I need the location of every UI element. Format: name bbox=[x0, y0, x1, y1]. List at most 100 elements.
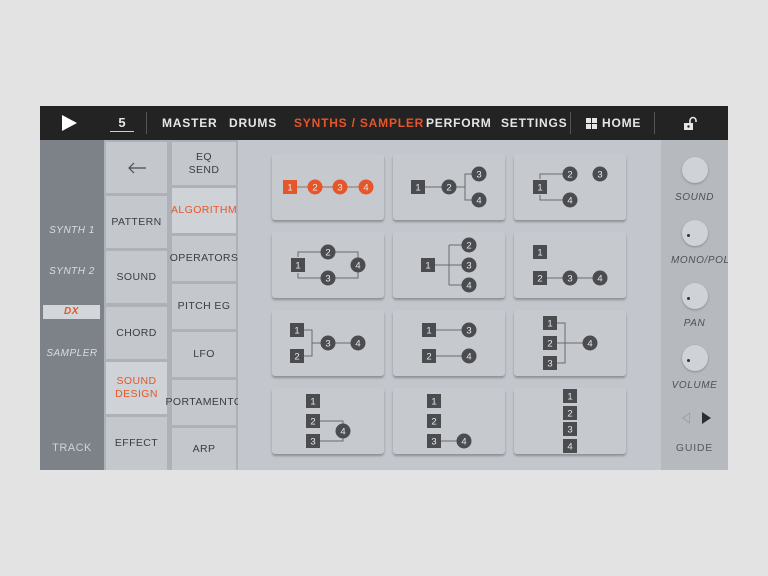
algorithm-card-6[interactable]: 1 2 3 4 bbox=[514, 232, 626, 298]
operator-label: 3 bbox=[597, 170, 602, 181]
operator-label: 1 bbox=[295, 261, 300, 272]
menu-column-2: EQ SEND ALGORITHM OPERATORS PITCH EG LFO… bbox=[166, 140, 242, 470]
unlock-icon[interactable] bbox=[683, 116, 699, 132]
track-column: SYNTH 1 SYNTH 2 DX SAMPLER TRACK bbox=[40, 140, 104, 470]
operator-label: 1 bbox=[287, 183, 292, 194]
menu-operators[interactable]: OPERATORS bbox=[170, 236, 238, 281]
operator-label: 1 bbox=[567, 392, 572, 403]
track-label: TRACK bbox=[52, 442, 92, 454]
algorithm-card-9[interactable]: 1 2 3 4 bbox=[514, 310, 626, 376]
operator-label: 2 bbox=[567, 409, 572, 420]
algorithm-diagram: 1 2 3 4 bbox=[422, 322, 477, 364]
operator-label: 2 bbox=[294, 352, 299, 363]
menu-arp[interactable]: ARP bbox=[172, 428, 236, 470]
menu-algorithm[interactable]: ALGORITHM bbox=[171, 188, 237, 233]
operator-label: 4 bbox=[461, 437, 466, 448]
menu-column-1: PATTERN SOUND CHORD SOUND DESIGN EFFECT bbox=[104, 140, 170, 470]
menu-sound[interactable]: SOUND bbox=[106, 251, 167, 303]
connection-line bbox=[335, 272, 359, 279]
menu-pattern[interactable]: PATTERN bbox=[106, 196, 167, 248]
operator-label: 3 bbox=[310, 437, 315, 448]
bar-count[interactable]: 5 bbox=[110, 106, 134, 140]
track-synth-1[interactable]: SYNTH 1 bbox=[40, 225, 104, 236]
arrow-left-icon bbox=[127, 162, 146, 173]
menu-effect[interactable]: EFFECT bbox=[106, 417, 167, 470]
operator-label: 1 bbox=[537, 183, 542, 194]
algorithm-diagram: 1 2 3 4 bbox=[543, 316, 598, 370]
knob-volume-label: VOLUME bbox=[671, 380, 718, 391]
algorithm-card-12[interactable]: 1 2 3 4 bbox=[514, 388, 626, 454]
connection-line bbox=[335, 251, 359, 258]
menu-lfo[interactable]: LFO bbox=[172, 332, 236, 377]
algorithm-diagram: 1 2 3 4 bbox=[411, 166, 487, 208]
top-bar: 5 MASTER DRUMS SYNTHS / SAMPLER PERFORM … bbox=[40, 106, 728, 140]
connection-line bbox=[320, 438, 344, 442]
back-button[interactable] bbox=[106, 142, 167, 193]
operator-label: 4 bbox=[587, 339, 592, 350]
nav-home[interactable]: HOME bbox=[586, 106, 640, 140]
operator-label: 4 bbox=[355, 339, 360, 350]
algorithm-card-5[interactable]: 1 2 3 4 bbox=[393, 232, 505, 298]
grid-icon bbox=[586, 118, 597, 129]
algorithm-card-1[interactable]: 1 2 3 4 bbox=[272, 154, 384, 220]
connection-line bbox=[297, 273, 321, 279]
algorithm-card-7[interactable]: 1 2 3 4 bbox=[272, 310, 384, 376]
knob-sound[interactable] bbox=[682, 157, 708, 183]
operator-label: 4 bbox=[466, 281, 471, 292]
operator-label: 2 bbox=[547, 339, 552, 350]
nav-settings[interactable]: SETTINGS bbox=[501, 106, 567, 140]
track-dx[interactable]: DX bbox=[43, 305, 100, 319]
bar-count-underline bbox=[110, 131, 134, 132]
algorithm-diagram: 1 2 3 4 bbox=[283, 179, 374, 195]
operator-label: 2 bbox=[567, 170, 572, 181]
nav-synths-sampler[interactable]: SYNTHS / SAMPLER bbox=[294, 106, 424, 140]
algorithm-card-4[interactable]: 1 2 3 4 bbox=[272, 232, 384, 298]
operator-label: 3 bbox=[325, 339, 330, 350]
operator-label: 3 bbox=[466, 326, 471, 337]
operator-label: 3 bbox=[567, 425, 572, 436]
play-icon[interactable] bbox=[62, 115, 77, 131]
operator-label: 4 bbox=[476, 196, 481, 207]
operator-label: 3 bbox=[431, 437, 436, 448]
knob-mono-poly[interactable] bbox=[682, 220, 708, 246]
menu-portamento[interactable]: PORTAMENTO bbox=[166, 380, 242, 425]
connection-line bbox=[464, 173, 472, 201]
nav-perform[interactable]: PERFORM bbox=[426, 106, 492, 140]
knob-pan[interactable] bbox=[682, 283, 708, 309]
algorithm-card-2[interactable]: 1 2 3 4 bbox=[393, 154, 505, 220]
track-sampler[interactable]: SAMPLER bbox=[40, 348, 104, 359]
operator-label: 4 bbox=[363, 183, 368, 194]
algorithm-diagram: 1 2 3 4 bbox=[421, 237, 477, 293]
nav-drums[interactable]: DRUMS bbox=[229, 106, 277, 140]
menu-eq-send[interactable]: EQ SEND bbox=[172, 142, 236, 185]
track-synth-2[interactable]: SYNTH 2 bbox=[40, 266, 104, 277]
algorithm-card-11[interactable]: 1 2 3 4 bbox=[393, 388, 505, 454]
nav-master[interactable]: MASTER bbox=[162, 106, 217, 140]
menu-sound-design[interactable]: SOUND DESIGN bbox=[106, 362, 167, 414]
algorithm-diagram: 1 2 3 4 bbox=[563, 389, 577, 453]
menu-chord[interactable]: CHORD bbox=[106, 307, 167, 359]
knob-volume[interactable] bbox=[682, 345, 708, 371]
operator-label: 1 bbox=[547, 319, 552, 330]
operator-label: 3 bbox=[466, 261, 471, 272]
algorithm-card-8[interactable]: 1 2 3 4 bbox=[393, 310, 505, 376]
algorithm-card-10[interactable]: 1 2 3 4 bbox=[272, 388, 384, 454]
divider bbox=[654, 112, 655, 134]
algorithm-diagram: 1 2 3 4 bbox=[290, 323, 366, 363]
operator-label: 4 bbox=[355, 261, 360, 272]
nav-home-label: HOME bbox=[602, 116, 642, 130]
operator-label: 1 bbox=[294, 326, 299, 337]
operator-label: 2 bbox=[466, 241, 471, 252]
knob-pan-label: PAN bbox=[683, 318, 706, 329]
triangle-right-icon[interactable] bbox=[702, 412, 711, 424]
algorithm-card-3[interactable]: 1 2 3 4 bbox=[514, 154, 626, 220]
triangle-left-icon[interactable] bbox=[682, 412, 690, 424]
divider bbox=[146, 112, 147, 134]
operator-label: 3 bbox=[337, 183, 342, 194]
algorithm-diagram: 1 2 3 4 bbox=[533, 245, 608, 286]
operator-label: 1 bbox=[426, 326, 431, 337]
operator-label: 3 bbox=[567, 274, 572, 285]
bar-count-value[interactable]: 5 bbox=[110, 106, 134, 140]
menu-pitch-eg[interactable]: PITCH EG bbox=[172, 284, 236, 329]
operator-label: 2 bbox=[310, 417, 315, 428]
